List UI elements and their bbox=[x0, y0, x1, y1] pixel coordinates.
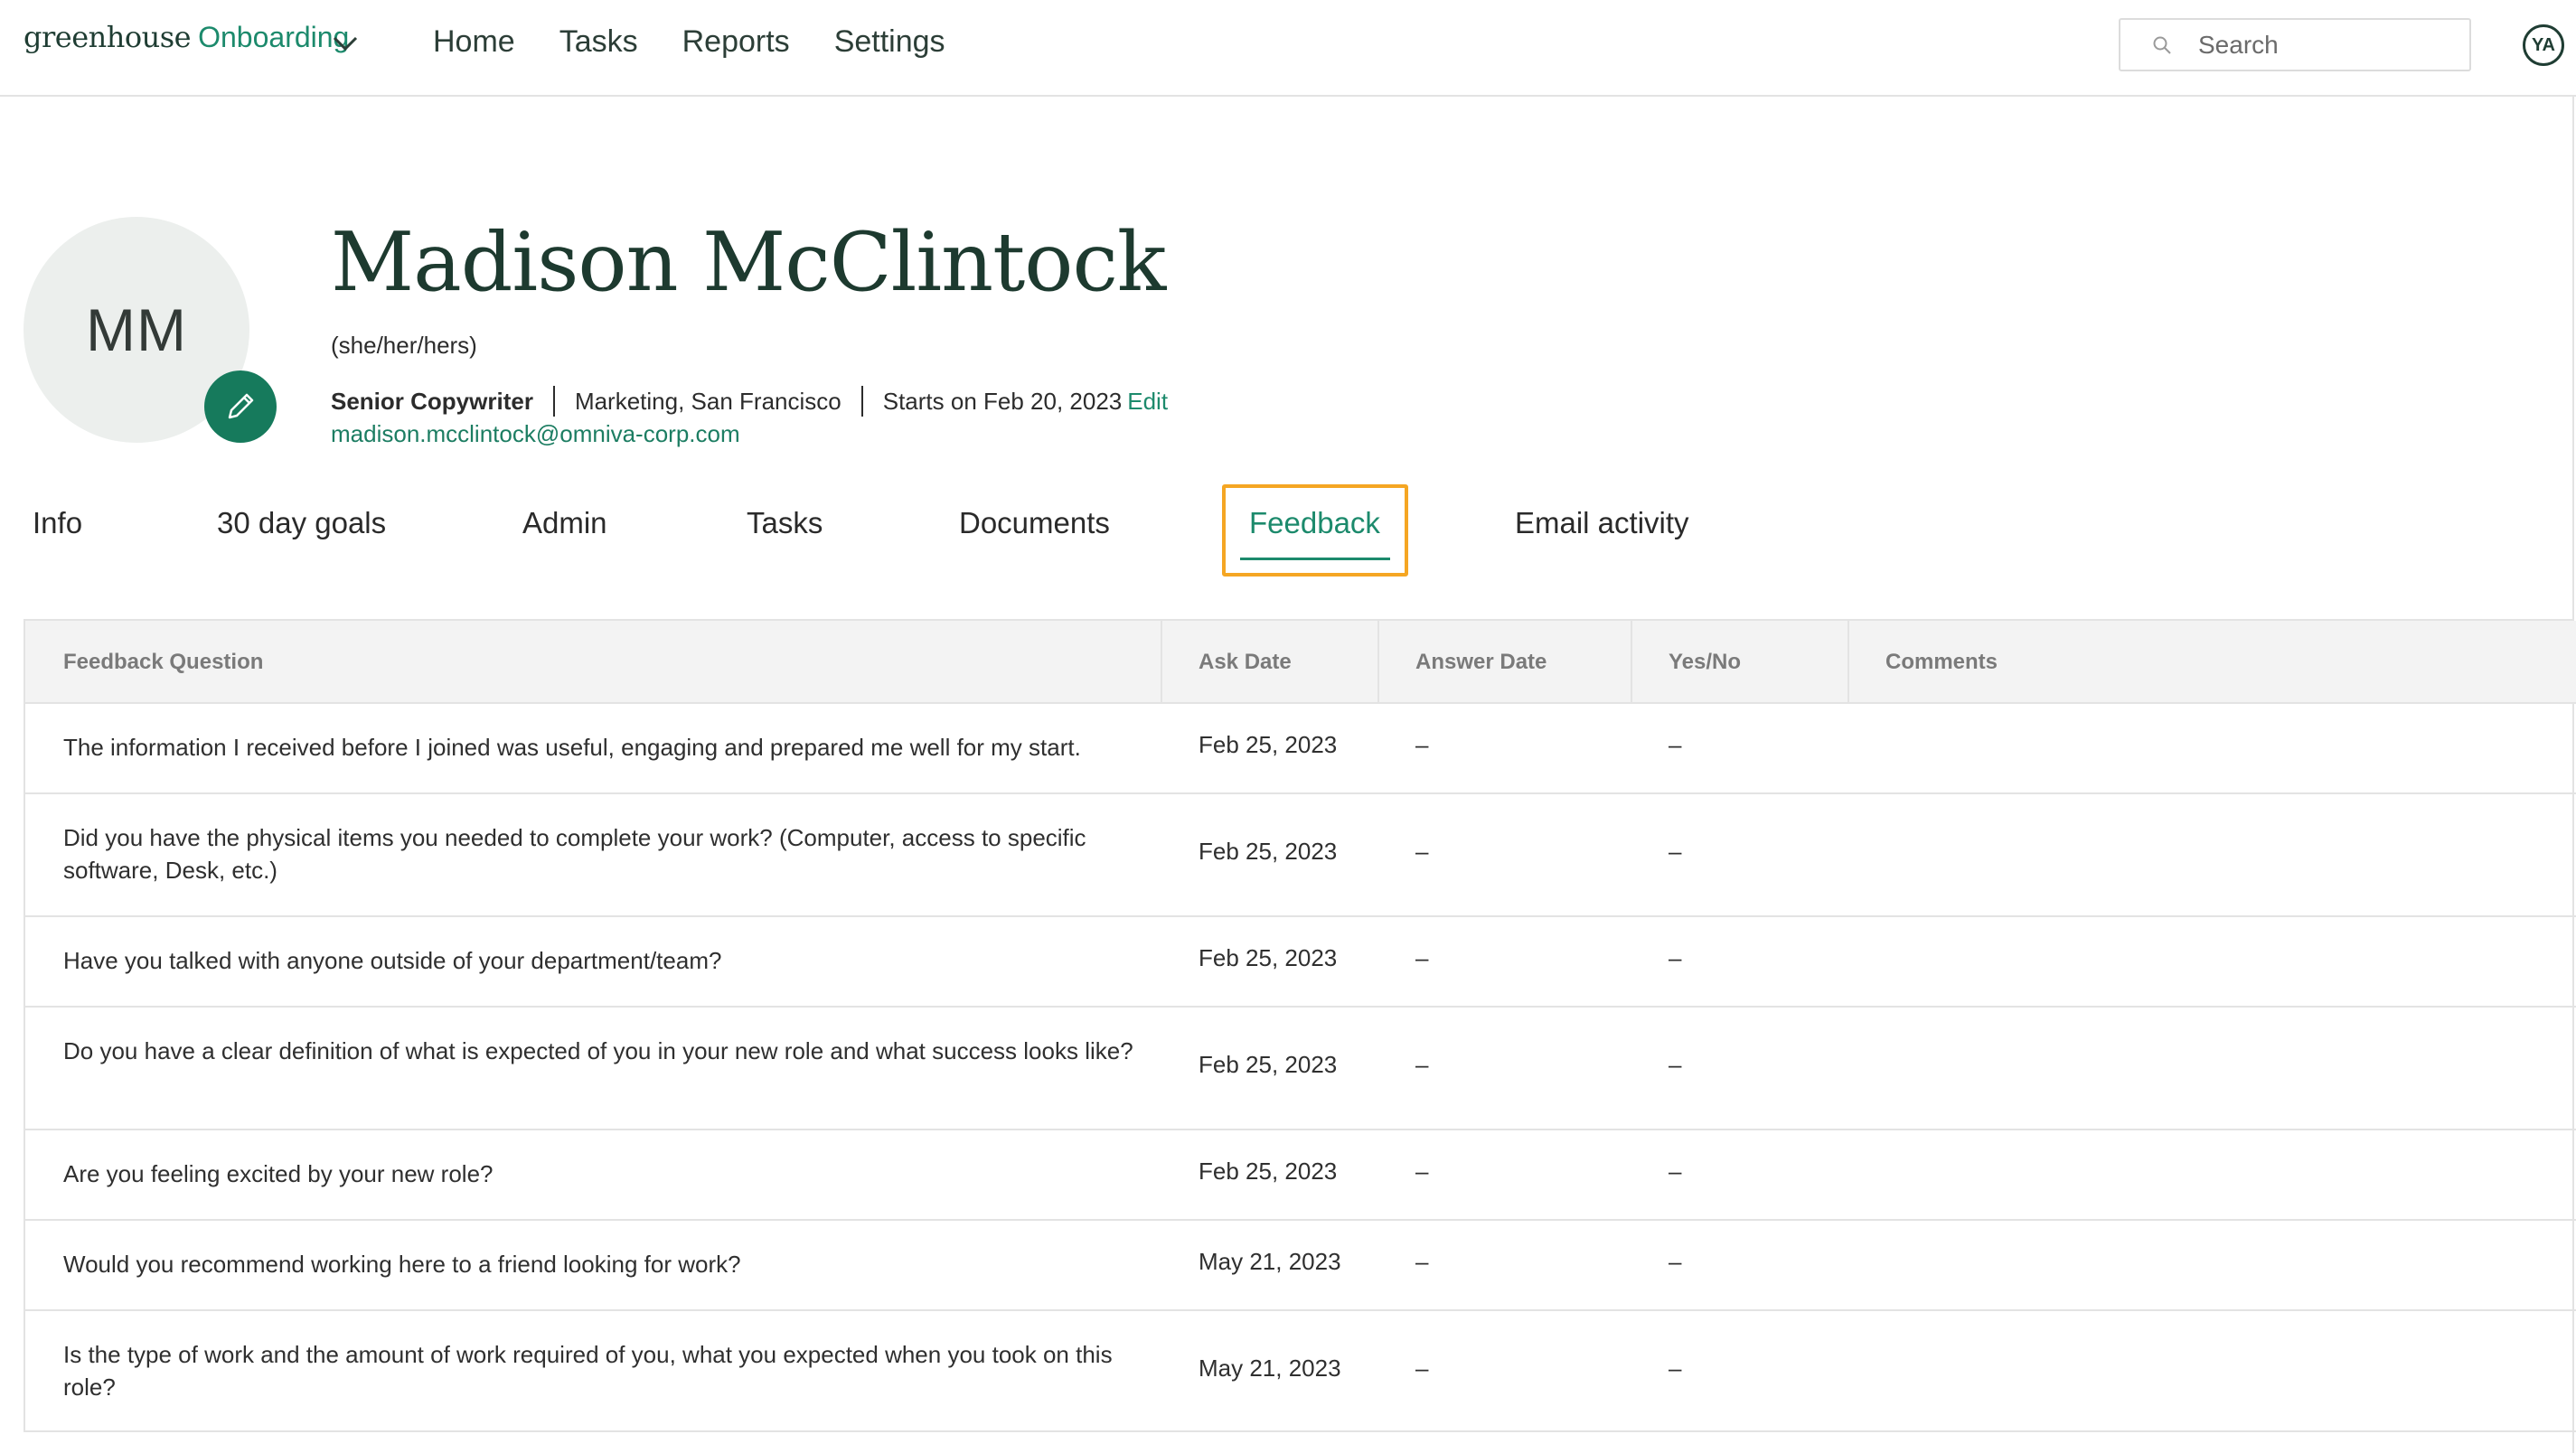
table-row[interactable]: Have you talked with anyone outside of y… bbox=[25, 917, 2576, 1008]
header-yes-no: Yes/No bbox=[1669, 650, 1742, 674]
question-cell: Is the type of work and the amount of wo… bbox=[63, 1341, 1113, 1401]
tab-info[interactable]: Info bbox=[33, 506, 82, 540]
ask-date-cell: Feb 25, 2023 bbox=[1199, 944, 1338, 971]
main-nav: Home Tasks Reports Settings bbox=[433, 24, 990, 60]
tab-admin[interactable]: Admin bbox=[522, 506, 607, 540]
feedback-table: Feedback Question Ask Date Answer Date Y… bbox=[24, 619, 2576, 1432]
table-row[interactable]: Did you have the physical items you need… bbox=[25, 794, 2576, 917]
meta-divider bbox=[552, 386, 555, 417]
app-logo[interactable]: greenhouse Onboarding bbox=[24, 20, 349, 54]
column-divider bbox=[1377, 621, 1379, 704]
ask-date-cell: Feb 25, 2023 bbox=[1199, 1158, 1338, 1185]
question-cell: Did you have the physical items you need… bbox=[63, 824, 1086, 884]
search-box[interactable] bbox=[2119, 18, 2471, 71]
header-feedback-question: Feedback Question bbox=[63, 650, 264, 674]
table-row[interactable]: Is the type of work and the amount of wo… bbox=[25, 1311, 2576, 1432]
ask-date-cell: May 21, 2023 bbox=[1199, 1248, 1341, 1275]
chevron-down-icon[interactable] bbox=[327, 25, 363, 61]
user-avatar[interactable]: YA bbox=[2523, 24, 2564, 66]
question-cell: Do you have a clear definition of what i… bbox=[63, 1037, 1133, 1064]
profile-email-link[interactable]: madison.mcclintock@omniva-corp.com bbox=[331, 420, 740, 448]
answer-date-cell: – bbox=[1415, 944, 1429, 971]
ask-date-cell: Feb 25, 2023 bbox=[1199, 1051, 1338, 1078]
profile-pronouns: (she/her/hers) bbox=[331, 332, 477, 359]
search-input[interactable] bbox=[2198, 29, 2460, 61]
answer-date-cell: – bbox=[1415, 1355, 1429, 1382]
tab-highlight-box bbox=[1222, 484, 1408, 577]
yes-no-cell: – bbox=[1669, 944, 1682, 971]
search-icon bbox=[2153, 36, 2171, 54]
yes-no-cell: – bbox=[1669, 1355, 1682, 1382]
header-comments: Comments bbox=[1885, 650, 1998, 674]
job-title: Senior Copywriter bbox=[331, 387, 533, 415]
profile-meta: Senior Copywriter Marketing, San Francis… bbox=[331, 386, 1168, 417]
question-cell: Would you recommend working here to a fr… bbox=[63, 1251, 741, 1278]
ask-date-cell: Feb 25, 2023 bbox=[1199, 731, 1338, 758]
department-location: Marketing, San Francisco bbox=[574, 387, 841, 415]
column-divider bbox=[1161, 621, 1162, 704]
tab-tasks[interactable]: Tasks bbox=[747, 506, 823, 540]
start-date: Starts on Feb 20, 2023 bbox=[882, 387, 1123, 415]
nav-reports[interactable]: Reports bbox=[682, 24, 790, 60]
table-header: Feedback Question Ask Date Answer Date Y… bbox=[25, 621, 2576, 704]
column-divider bbox=[1631, 621, 1632, 704]
yes-no-cell: – bbox=[1669, 1051, 1682, 1078]
ask-date-cell: Feb 25, 2023 bbox=[1199, 838, 1338, 865]
question-cell: The information I received before I join… bbox=[63, 734, 1081, 761]
header-ask-date: Ask Date bbox=[1199, 650, 1292, 674]
pencil-icon bbox=[228, 393, 254, 419]
yes-no-cell: – bbox=[1669, 1248, 1682, 1275]
logo-brand: greenhouse bbox=[24, 20, 192, 54]
question-cell: Are you feeling excited by your new role… bbox=[63, 1160, 494, 1187]
edit-profile-button[interactable] bbox=[204, 370, 277, 443]
meta-divider bbox=[860, 386, 863, 417]
table-row[interactable]: Are you feeling excited by your new role… bbox=[25, 1130, 2576, 1221]
table-row[interactable]: The information I received before I join… bbox=[25, 704, 2576, 794]
top-navigation-bar: greenhouse Onboarding Home Tasks Reports… bbox=[0, 0, 2576, 97]
column-divider bbox=[1847, 621, 1849, 704]
edit-start-date-link[interactable]: Edit bbox=[1127, 388, 1168, 416]
ask-date-cell: May 21, 2023 bbox=[1199, 1355, 1341, 1382]
tab-30-day-goals[interactable]: 30 day goals bbox=[217, 506, 386, 540]
nav-settings[interactable]: Settings bbox=[834, 24, 945, 60]
table-row[interactable]: Do you have a clear definition of what i… bbox=[25, 1008, 2576, 1130]
answer-date-cell: – bbox=[1415, 731, 1429, 758]
answer-date-cell: – bbox=[1415, 1248, 1429, 1275]
nav-home[interactable]: Home bbox=[433, 24, 515, 60]
profile-name: Madison McClintock bbox=[331, 215, 1166, 310]
table-row[interactable]: Would you recommend working here to a fr… bbox=[25, 1221, 2576, 1311]
question-cell: Have you talked with anyone outside of y… bbox=[63, 947, 722, 974]
answer-date-cell: – bbox=[1415, 1158, 1429, 1185]
yes-no-cell: – bbox=[1669, 731, 1682, 758]
header-answer-date: Answer Date bbox=[1415, 650, 1547, 674]
tab-documents[interactable]: Documents bbox=[959, 506, 1110, 540]
answer-date-cell: – bbox=[1415, 838, 1429, 865]
yes-no-cell: – bbox=[1669, 1158, 1682, 1185]
nav-tasks[interactable]: Tasks bbox=[559, 24, 638, 60]
answer-date-cell: – bbox=[1415, 1051, 1429, 1078]
yes-no-cell: – bbox=[1669, 838, 1682, 865]
tab-email-activity[interactable]: Email activity bbox=[1515, 506, 1689, 540]
